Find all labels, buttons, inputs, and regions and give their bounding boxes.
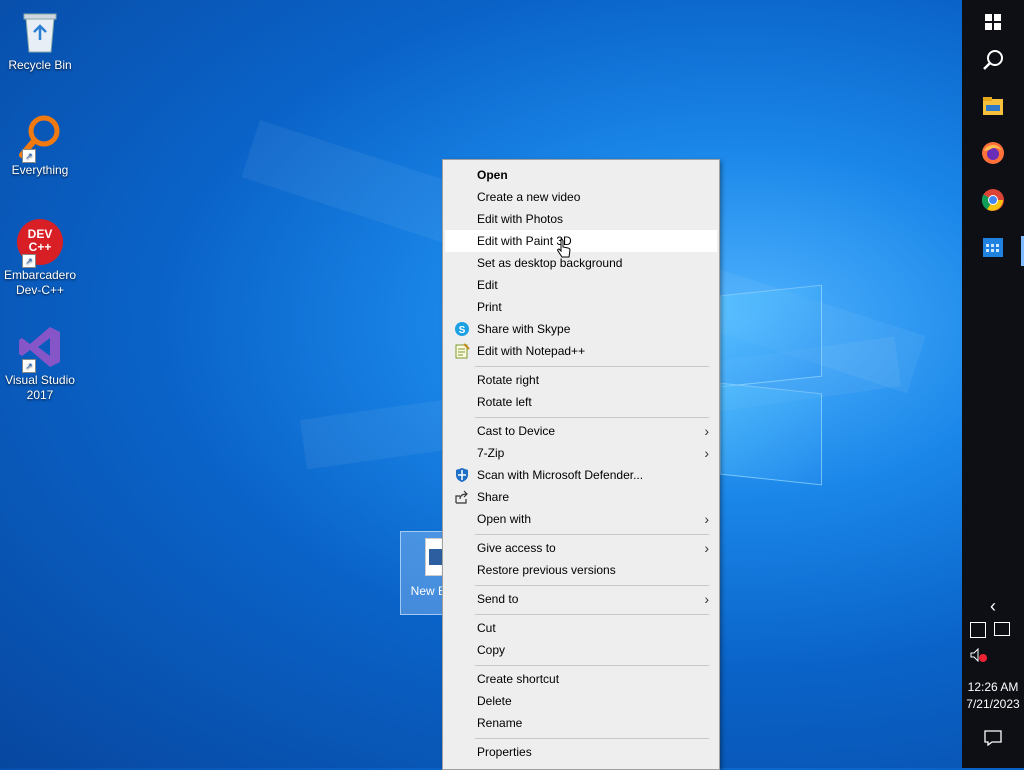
submenu-arrow-icon: › xyxy=(704,445,709,461)
chrome-icon[interactable] xyxy=(962,178,1024,222)
desktop-icon-label: Recycle Bin xyxy=(8,58,72,72)
visual-studio-icon: ↗ xyxy=(16,323,64,373)
menu-item-rotate-right[interactable]: Rotate right xyxy=(445,369,717,391)
firefox-icon[interactable] xyxy=(962,131,1024,175)
submenu-arrow-icon: › xyxy=(704,591,709,607)
tray-icons-row xyxy=(970,622,1016,640)
volume-muted-icon[interactable] xyxy=(970,647,988,663)
menu-item-properties[interactable]: Properties xyxy=(445,741,717,763)
devcpp-icon: DEV C++ ↗ xyxy=(16,218,64,268)
defender-shield-icon xyxy=(454,467,470,483)
submenu-arrow-icon: › xyxy=(704,423,709,439)
menu-item-cast-to-device[interactable]: Cast to Device › xyxy=(445,420,717,442)
share-icon xyxy=(454,489,470,505)
menu-separator xyxy=(475,417,709,418)
menu-separator xyxy=(475,738,709,739)
menu-item-scan-defender[interactable]: Scan with Microsoft Defender... xyxy=(445,464,717,486)
menu-item-give-access[interactable]: Give access to › xyxy=(445,537,717,559)
menu-item-set-background[interactable]: Set as desktop background xyxy=(445,252,717,274)
menu-separator xyxy=(475,366,709,367)
menu-separator xyxy=(475,614,709,615)
menu-item-rename[interactable]: Rename xyxy=(445,712,717,734)
windows-logo-wallpaper xyxy=(720,284,822,486)
desktop-icon-devcpp[interactable]: DEV C++ ↗ Embarcadero Dev-C++ xyxy=(1,218,79,298)
menu-item-share[interactable]: Share xyxy=(445,486,717,508)
menu-item-rotate-left[interactable]: Rotate left xyxy=(445,391,717,413)
menu-item-restore-versions[interactable]: Restore previous versions xyxy=(445,559,717,581)
shortcut-arrow-icon: ↗ xyxy=(22,149,36,163)
menu-item-7zip[interactable]: 7-Zip › xyxy=(445,442,717,464)
recycle-bin-icon xyxy=(16,8,64,56)
menu-item-create-shortcut[interactable]: Create shortcut xyxy=(445,668,717,690)
desktop-icon-label: Visual Studio 2017 xyxy=(5,373,75,402)
menu-separator xyxy=(475,534,709,535)
devcpp-icon-text: DEV C++ xyxy=(27,227,53,254)
desktop-icon-everything[interactable]: ↗ Everything xyxy=(1,113,79,178)
menu-item-cut[interactable]: Cut xyxy=(445,617,717,639)
svg-text:S: S xyxy=(459,325,466,336)
menu-item-print[interactable]: Print xyxy=(445,296,717,318)
desktop-icon-visual-studio[interactable]: ↗ Visual Studio 2017 xyxy=(1,323,79,403)
search-icon[interactable] xyxy=(962,38,1024,82)
submenu-arrow-icon: › xyxy=(704,511,709,527)
menu-separator xyxy=(475,585,709,586)
taskbar: ‹ 12:26 AM 7/21/2023 xyxy=(962,0,1024,768)
menu-item-edit-paint3d[interactable]: Edit with Paint 3D xyxy=(445,230,717,252)
shortcut-arrow-icon: ↗ xyxy=(22,254,36,268)
clock-time[interactable]: 12:26 AM xyxy=(962,680,1024,694)
menu-item-share-skype[interactable]: S Share with Skype xyxy=(445,318,717,340)
menu-item-notepadpp[interactable]: Edit with Notepad++ xyxy=(445,340,717,362)
menu-item-open-with[interactable]: Open with › xyxy=(445,508,717,530)
menu-item-edit-photos[interactable]: Edit with Photos xyxy=(445,208,717,230)
file-explorer-icon[interactable] xyxy=(962,84,1024,128)
desktop-icon-recycle-bin[interactable]: Recycle Bin xyxy=(1,8,79,73)
action-center-icon[interactable] xyxy=(962,716,1024,760)
calendar-app-icon[interactable] xyxy=(962,225,1024,269)
shortcut-arrow-icon: ↗ xyxy=(22,359,36,373)
network-icon[interactable] xyxy=(994,622,1010,636)
menu-item-open[interactable]: Open xyxy=(445,164,717,186)
menu-item-send-to[interactable]: Send to › xyxy=(445,588,717,610)
everything-search-icon: ↗ xyxy=(16,113,64,163)
skype-icon: S xyxy=(454,321,470,337)
notepadpp-icon xyxy=(454,343,470,359)
clock-date[interactable]: 7/21/2023 xyxy=(962,697,1024,711)
tray-app-icon[interactable] xyxy=(970,622,986,638)
menu-item-copy[interactable]: Copy xyxy=(445,639,717,661)
menu-item-edit[interactable]: Edit xyxy=(445,274,717,296)
context-menu: Open Create a new video Edit with Photos… xyxy=(442,159,720,770)
menu-separator xyxy=(475,665,709,666)
submenu-arrow-icon: › xyxy=(704,540,709,556)
desktop-icon-label: Embarcadero Dev-C++ xyxy=(3,268,77,297)
desktop-icon-label: Everything xyxy=(11,163,69,177)
menu-item-delete[interactable]: Delete xyxy=(445,690,717,712)
menu-item-create-video[interactable]: Create a new video xyxy=(445,186,717,208)
mouse-pointer-icon xyxy=(557,238,571,265)
